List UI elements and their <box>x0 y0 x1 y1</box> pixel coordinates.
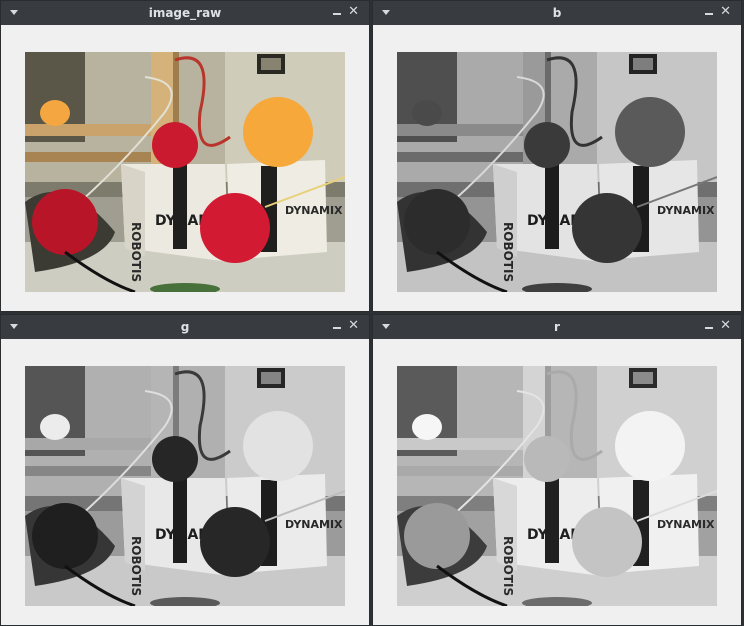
close-button[interactable]: ✕ <box>720 5 731 19</box>
close-button[interactable]: ✕ <box>720 319 731 333</box>
titlebar: image_raw ✕ <box>1 1 369 25</box>
titlebar: g ✕ <box>1 315 369 339</box>
window-image-raw: image_raw ✕ <box>0 0 370 312</box>
titlebar: b ✕ <box>373 1 741 25</box>
window-b: b ✕ <box>372 0 742 312</box>
window-r: r ✕ <box>372 314 742 626</box>
window-title: image_raw <box>148 6 222 20</box>
close-button[interactable]: ✕ <box>348 319 359 333</box>
minimize-button[interactable] <box>705 13 713 15</box>
minimize-button[interactable] <box>333 327 341 329</box>
close-button[interactable]: ✕ <box>348 5 359 19</box>
minimize-button[interactable] <box>705 327 713 329</box>
minimize-button[interactable] <box>333 13 341 15</box>
window-title: b <box>552 6 562 20</box>
window-g: g ✕ <box>0 314 370 626</box>
camera-image-green <box>25 366 345 606</box>
camera-image-red <box>397 366 717 606</box>
window-title: g <box>180 320 190 334</box>
titlebar: r ✕ <box>373 315 741 339</box>
camera-image-raw <box>25 52 345 292</box>
camera-image-blue <box>397 52 717 292</box>
window-title: r <box>554 320 560 334</box>
